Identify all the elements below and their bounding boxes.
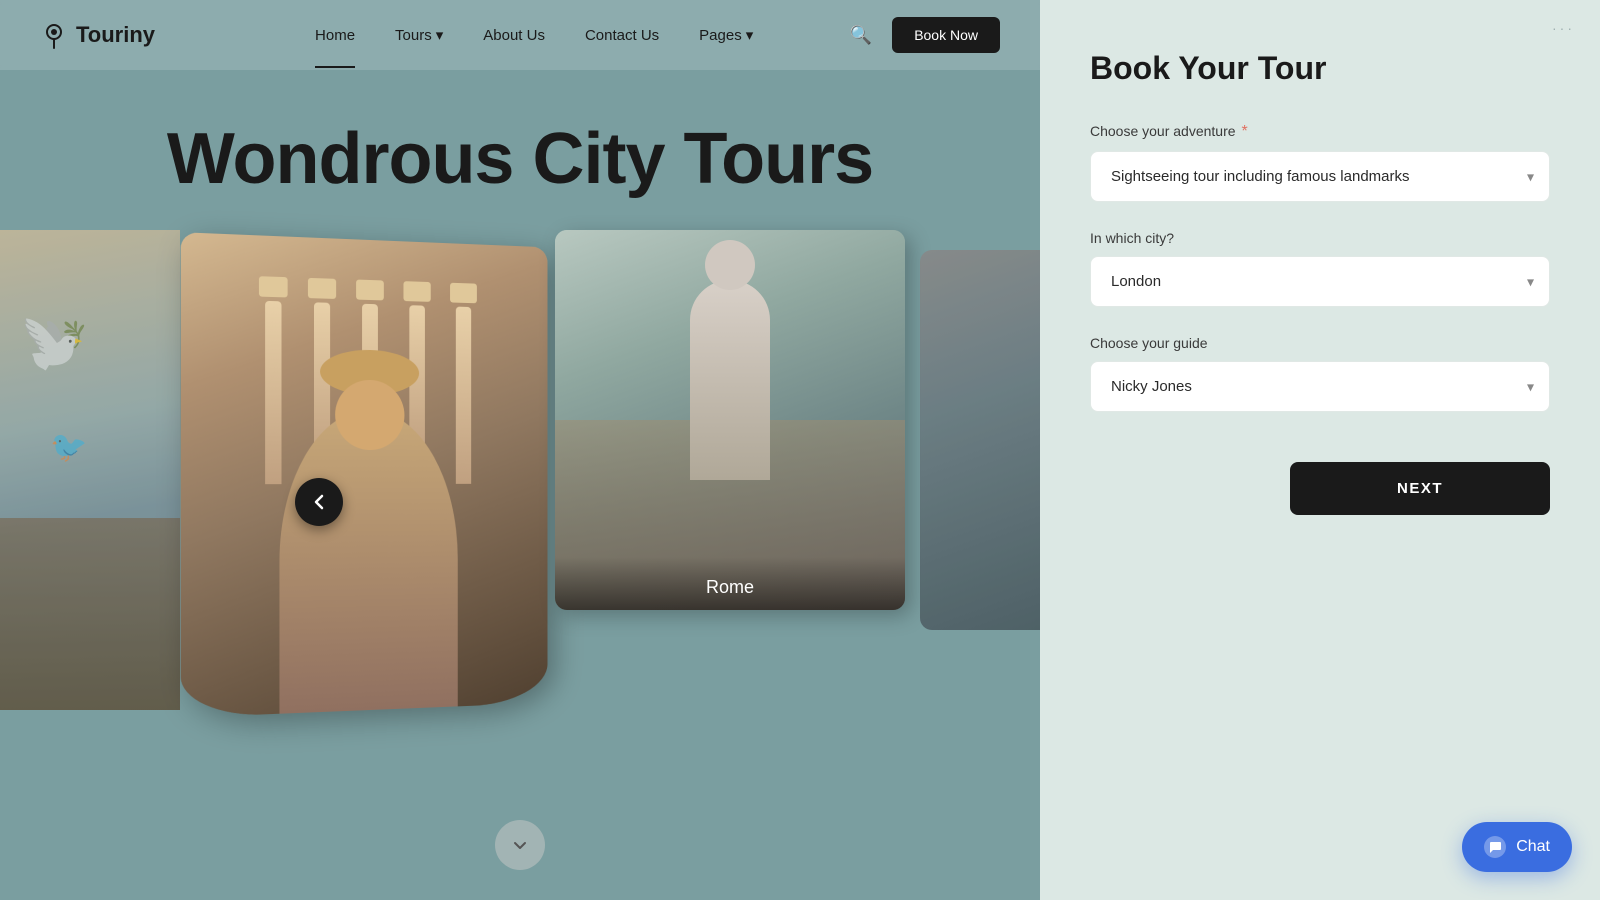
scroll-indicator[interactable] [495, 820, 545, 870]
partial-image [920, 250, 1040, 630]
next-button[interactable]: NEXT [1290, 462, 1550, 515]
ruins-image [181, 232, 548, 718]
seagull-bird-icon: 🕊️ [20, 310, 88, 375]
rome-image: Rome [555, 230, 905, 610]
adventure-select[interactable]: Sightseeing tour including famous landma… [1090, 151, 1550, 202]
nav-pages[interactable]: Pages ▾ [699, 26, 753, 44]
chat-icon [1484, 836, 1506, 858]
tours-dropdown-icon: ▾ [436, 26, 444, 44]
nav-right: 🔍 Book Now [850, 17, 1000, 53]
woman-figure [279, 409, 457, 714]
left-arrow-icon [309, 492, 329, 512]
search-icon[interactable]: 🔍 [850, 25, 872, 46]
nav-home[interactable]: Home [315, 27, 355, 44]
prev-arrow-button[interactable] [295, 478, 343, 526]
guide-group: Choose your guide Nicky Jones John Smith… [1090, 335, 1550, 412]
city-select[interactable]: London Rome Paris Barcelona Amsterdam [1090, 256, 1550, 307]
booking-panel: ··· Book Your Tour Choose your adventure… [1040, 0, 1600, 900]
book-now-button[interactable]: Book Now [892, 17, 1000, 53]
buildings-silhouette [0, 518, 180, 710]
required-indicator: * [1241, 123, 1247, 140]
brand-name: Touriny [76, 22, 155, 48]
guide-select-wrapper: Nicky Jones John Smith Maria Garcia Tom … [1090, 361, 1550, 412]
nav-links: Home Tours ▾ About Us Contact Us Pages ▾ [315, 26, 753, 44]
nav-contact[interactable]: Contact Us [585, 27, 659, 44]
statue-figure [690, 280, 770, 480]
guide-label: Choose your guide [1090, 335, 1550, 351]
booking-title: Book Your Tour [1090, 50, 1550, 87]
adventure-label: Choose your adventure * [1090, 123, 1550, 141]
chat-button[interactable]: Chat [1462, 822, 1572, 872]
form-actions: NEXT [1090, 450, 1550, 515]
city-label: In which city? [1090, 230, 1550, 246]
guide-select[interactable]: Nicky Jones John Smith Maria Garcia Tom … [1090, 361, 1550, 412]
hero-title: Wondrous City Tours [0, 120, 1040, 199]
panel-decoration: ··· [1552, 20, 1575, 36]
navbar: Touriny Home Tours ▾ About Us Contact Us… [0, 0, 1040, 70]
adventure-select-wrapper: Sightseeing tour including famous landma… [1090, 151, 1550, 202]
nav-tours[interactable]: Tours ▾ [395, 26, 443, 44]
chat-label: Chat [1516, 838, 1550, 856]
city-group: In which city? London Rome Paris Barcelo… [1090, 230, 1550, 307]
seagull-small-icon: 🐦 [50, 430, 87, 465]
logo[interactable]: Touriny [40, 21, 155, 49]
nav-about[interactable]: About Us [483, 27, 545, 44]
scroll-down-icon [510, 835, 530, 855]
rome-label: Rome [555, 557, 905, 610]
gallery: 🕊️ 🐦 [0, 230, 1040, 820]
adventure-group: Choose your adventure * Sightseeing tour… [1090, 123, 1550, 202]
city-select-wrapper: London Rome Paris Barcelona Amsterdam ▾ [1090, 256, 1550, 307]
pages-dropdown-icon: ▾ [746, 26, 754, 44]
main-content: Touriny Home Tours ▾ About Us Contact Us… [0, 0, 1040, 900]
seagull-image: 🕊️ 🐦 [0, 230, 180, 710]
